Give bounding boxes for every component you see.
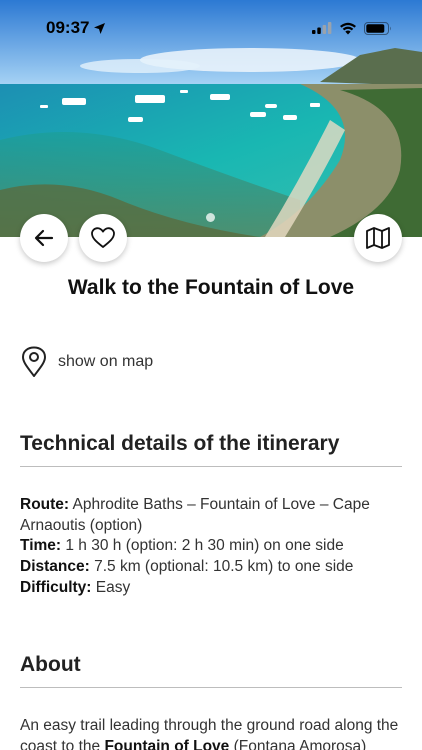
distance-row: Distance: 7.5 km (optional: 10.5 km) to … <box>20 557 402 578</box>
map-button[interactable] <box>354 214 402 262</box>
status-time: 09:37 <box>46 18 106 38</box>
arrow-left-icon <box>34 229 54 247</box>
screen: 09:37 Walk to the Fountain of Love show … <box>0 0 422 750</box>
route-label: Route: <box>20 496 70 513</box>
technical-details: Route: Aphrodite Baths – Fountain of Lov… <box>20 495 402 599</box>
status-time-text: 09:37 <box>46 18 90 37</box>
status-icons <box>312 21 392 35</box>
technical-details-heading: Technical details of the itinerary <box>20 432 402 467</box>
time-label: Time: <box>20 537 62 555</box>
show-on-map-label: show on map <box>58 353 154 370</box>
difficulty-row: Difficulty: Easy <box>20 578 402 599</box>
cellular-signal-icon <box>312 22 332 34</box>
map-icon <box>366 227 390 249</box>
back-button[interactable] <box>20 214 68 262</box>
about-text-end: (Fontana Amorosa) <box>229 737 367 750</box>
distance-label: Distance: <box>20 558 90 576</box>
about-text: An easy trail leading through the ground… <box>20 716 405 750</box>
about-text-highlight: Fountain of Love <box>104 737 230 750</box>
route-row: Route: Aphrodite Baths – Fountain of Lov… <box>20 495 402 536</box>
location-pin-icon <box>22 346 46 377</box>
time-row: Time: 1 h 30 h (option: 2 h 30 min) on o… <box>20 536 402 557</box>
heart-icon <box>91 227 115 248</box>
location-arrow-icon <box>94 22 106 34</box>
wifi-icon <box>340 22 356 34</box>
difficulty-label: Difficulty: <box>20 578 92 596</box>
favorite-button[interactable] <box>79 214 127 262</box>
route-value: Aphrodite Baths – Fountain of Love – Cap… <box>20 496 370 534</box>
status-bar: 09:37 <box>0 0 422 56</box>
about-heading: About <box>20 653 402 688</box>
distance-value: 7.5 km (optional: 10.5 km) to one side <box>89 558 354 576</box>
carousel-page-indicator <box>206 213 215 222</box>
page-title: Walk to the Fountain of Love <box>67 276 355 299</box>
show-on-map-link[interactable]: show on map <box>20 346 153 378</box>
battery-icon <box>364 21 391 35</box>
time-value: 1 h 30 h (option: 2 h 30 min) on one sid… <box>61 537 344 555</box>
difficulty-value: Easy <box>91 578 131 596</box>
